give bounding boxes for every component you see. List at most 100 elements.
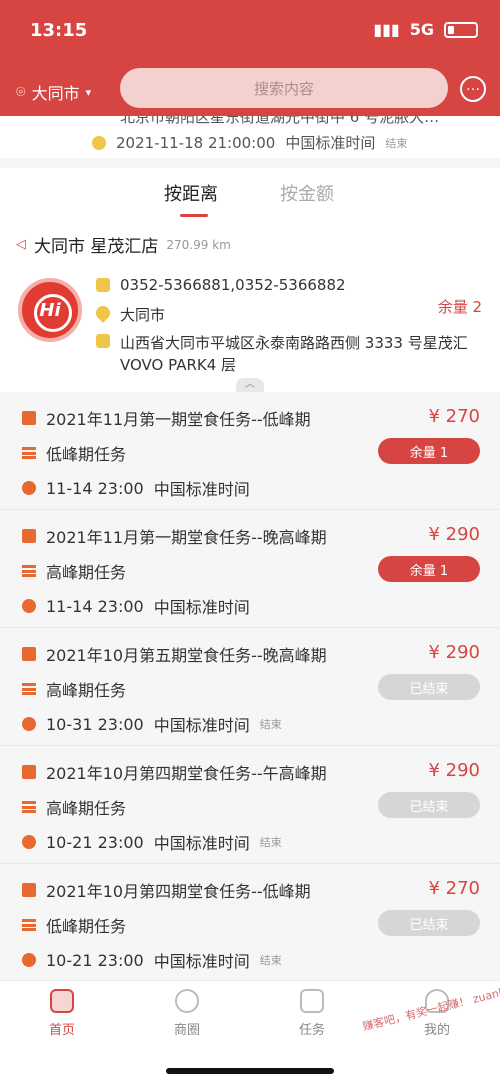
list-icon (22, 565, 36, 577)
clock-icon (92, 135, 106, 150)
list-icon (22, 801, 36, 813)
clipboard-icon (22, 411, 36, 425)
tabbar-home-label: 首页 (48, 1023, 75, 1038)
status-right: ▮▮▮ 5G (373, 20, 478, 39)
task-timezone: 中国标准时间 (153, 834, 250, 853)
tabbar-tasks[interactable]: 任务 (267, 989, 357, 1038)
home-icon (50, 989, 74, 1013)
task-title: 2021年10月第五期堂食任务--晚高峰期 (46, 646, 327, 665)
location-label: 大同市 (31, 84, 80, 103)
search-input[interactable]: 搜索内容 (120, 68, 448, 108)
tabbar-circle[interactable]: 商圈 (142, 989, 232, 1038)
peek-timezone: 中国标准时间 (285, 134, 376, 152)
store-distance: 270.99 km (166, 237, 231, 252)
status-time: 13:15 (30, 20, 88, 41)
clipboard-icon (22, 765, 36, 779)
task-note: 结束 (259, 954, 282, 967)
tab-by-distance[interactable]: 按距离 (164, 180, 218, 206)
circle-icon (175, 989, 199, 1013)
task-timezone: 中国标准时间 (153, 716, 250, 735)
task-type: 高峰期任务 (46, 681, 127, 700)
task-price: ¥ 270 (428, 406, 480, 427)
address-card-icon (96, 334, 110, 348)
home-indicator (166, 1068, 334, 1074)
list-icon (22, 683, 36, 695)
task-timezone: 中国标准时间 (153, 480, 250, 499)
task-time: 10-21 23:00 (46, 950, 144, 970)
store-address: 山西省大同市平城区永泰南路路西侧 3333 号星茂汇 VOVO PARK4 层 (120, 334, 468, 374)
tabbar-tasks-label: 任务 (298, 1023, 325, 1038)
clipboard-icon (22, 883, 36, 897)
task-price: ¥ 290 (428, 642, 480, 663)
store-address-row: 山西省大同市平城区永泰南路路西侧 3333 号星茂汇 VOVO PARK4 层 (96, 332, 482, 376)
task-row[interactable]: 2021年10月第四期堂食任务--低峰期 ¥ 270 低峰期任务 已结束 10-… (0, 864, 500, 982)
clipboard-icon (22, 529, 36, 543)
task-price: ¥ 290 (428, 524, 480, 545)
clock-icon (22, 481, 36, 495)
location-pin-icon: ⌾ (16, 82, 26, 101)
task-timezone: 中国标准时间 (153, 598, 250, 617)
task-badge: 已结束 (378, 910, 480, 936)
task-note: 结束 (259, 836, 282, 849)
task-row[interactable]: 2021年10月第五期堂食任务--晚高峰期 ¥ 290 高峰期任务 已结束 10… (0, 628, 500, 746)
task-row[interactable]: 2021年11月第一期堂食任务--低峰期 ¥ 270 低峰期任务 余量 1 11… (0, 392, 500, 510)
signal-icon: ▮▮▮ (373, 20, 400, 39)
task-badge: 已结束 (378, 792, 480, 818)
tab-by-amount[interactable]: 按金额 (280, 180, 334, 206)
store-logo: Hi (18, 278, 82, 342)
task-title: 2021年10月第四期堂食任务--低峰期 (46, 882, 311, 901)
task-type: 高峰期任务 (46, 799, 127, 818)
task-time: 10-31 23:00 (46, 714, 144, 734)
tabbar-profile-label: 我的 (423, 1023, 450, 1038)
active-tab-indicator (180, 214, 208, 217)
navigation-arrow-icon: ◁ (16, 237, 26, 252)
message-icon[interactable]: … (460, 76, 486, 102)
task-badge[interactable]: 余量 1 (378, 438, 480, 464)
store-header: ◁ 大同市 星茂汇店 270.99 km (16, 232, 231, 257)
peek-card[interactable]: 北京市朝阳区星东街道湖光中街中 6 号泥脓大… 2021-11-18 21:00… (0, 116, 500, 158)
clock-icon (22, 835, 36, 849)
collapse-chevron-icon[interactable]: ︿ (236, 378, 264, 392)
location-pin-icon (93, 303, 113, 323)
store-phone-row[interactable]: 0352-5366881,0352-5366882 (96, 276, 346, 294)
list-icon (22, 919, 36, 931)
task-price: ¥ 290 (428, 760, 480, 781)
store-name: 大同市 星茂汇店 (34, 237, 159, 257)
tabbar-home[interactable]: 首页 (17, 989, 107, 1038)
store-city-row: 大同市 (93, 303, 166, 325)
task-type: 低峰期任务 (46, 445, 127, 464)
clock-icon (22, 599, 36, 613)
task-type: 高峰期任务 (46, 563, 127, 582)
clipboard-icon (22, 647, 36, 661)
task-time: 11-14 23:00 (46, 478, 144, 498)
peek-time-row: 2021-11-18 21:00:00 中国标准时间 结束 (92, 132, 407, 153)
task-title: 2021年11月第一期堂食任务--低峰期 (46, 410, 311, 429)
task-title: 2021年10月第四期堂食任务--午高峰期 (46, 764, 327, 783)
store-city: 大同市 (120, 306, 166, 324)
peek-address: 北京市朝阳区星东街道湖光中街中 6 号泥脓大… (120, 116, 440, 126)
clock-icon (22, 953, 36, 967)
task-row[interactable]: 2021年10月第四期堂食任务--午高峰期 ¥ 290 高峰期任务 已结束 10… (0, 746, 500, 864)
task-badge: 已结束 (378, 674, 480, 700)
app-root: 13:15 ▮▮▮ 5G ⌾ 大同市 ▾ 搜索内容 … 北京市朝阳区星东街道湖光… (0, 0, 500, 1083)
task-note: 结束 (259, 718, 282, 731)
network-label: 5G (409, 20, 434, 39)
location-selector[interactable]: ⌾ 大同市 ▾ (16, 80, 91, 104)
phone-icon (96, 278, 110, 292)
sort-tabs: 按距离 按金额 (0, 168, 500, 220)
tabbar-circle-label: 商圈 (173, 1023, 200, 1038)
task-timezone: 中国标准时间 (153, 952, 250, 971)
task-time: 10-21 23:00 (46, 832, 144, 852)
top-bar: 13:15 ▮▮▮ 5G ⌾ 大同市 ▾ 搜索内容 … (0, 0, 500, 116)
task-title: 2021年11月第一期堂食任务--晚高峰期 (46, 528, 327, 547)
chevron-down-icon: ▾ (85, 85, 92, 99)
task-list: 2021年11月第一期堂食任务--低峰期 ¥ 270 低峰期任务 余量 1 11… (0, 392, 500, 982)
list-icon (22, 447, 36, 459)
store-card[interactable]: ◁ 大同市 星茂汇店 270.99 km Hi 0352-5366881,035… (0, 220, 500, 392)
battery-icon (444, 21, 478, 38)
task-price: ¥ 270 (428, 878, 480, 899)
task-badge[interactable]: 余量 1 (378, 556, 480, 582)
clock-icon (22, 717, 36, 731)
task-row[interactable]: 2021年11月第一期堂食任务--晚高峰期 ¥ 290 高峰期任务 余量 1 1… (0, 510, 500, 628)
task-type: 低峰期任务 (46, 917, 127, 936)
